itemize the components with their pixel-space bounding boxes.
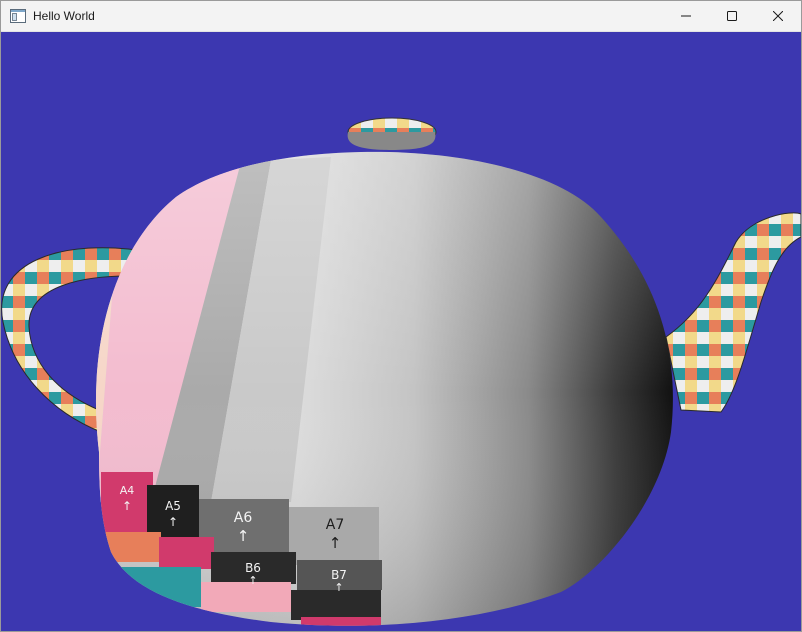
render-viewport[interactable]: A4 ↑ A5 ↑ A6 ↑ A7 ↑ B6 ↑ B7 ↑ <box>1 32 801 631</box>
app-window: Hello World A4 ↑ A5 ↑ A6 ↑ A7 ↑ B6 ↑ B7 … <box>0 0 802 632</box>
close-icon <box>773 11 783 21</box>
title-bar[interactable]: Hello World <box>1 1 801 32</box>
tile-arrow-b6: ↑ <box>248 574 257 587</box>
window-controls <box>663 1 801 31</box>
tile-arrow-b7: ↑ <box>334 581 343 594</box>
tile-label-a6: A6 <box>234 510 253 526</box>
tile-arrow-a7: ↑ <box>329 534 342 552</box>
tile-label-a4: A4 <box>120 484 135 497</box>
teapot-lid-knob <box>347 117 437 150</box>
teapot-scene: A4 ↑ A5 ↑ A6 ↑ A7 ↑ B6 ↑ B7 ↑ <box>1 117 801 626</box>
tile-arrow-a6: ↑ <box>237 527 250 545</box>
window-title: Hello World <box>33 9 95 23</box>
teapot-spout <box>665 212 801 413</box>
tile-arrow-a4: ↑ <box>122 499 132 513</box>
tile-label-a5: A5 <box>165 499 181 513</box>
minimize-button[interactable] <box>663 1 709 31</box>
teapot-body: A4 ↑ A5 ↑ A6 ↑ A7 ↑ B6 ↑ B7 ↑ <box>95 151 673 626</box>
tile-label-a7: A7 <box>326 517 344 533</box>
maximize-icon <box>727 11 737 21</box>
close-button[interactable] <box>755 1 801 31</box>
minimize-icon <box>681 15 691 17</box>
tile-label-b7: B7 <box>331 568 347 582</box>
tile-arrow-a5: ↑ <box>168 515 178 529</box>
maximize-button[interactable] <box>709 1 755 31</box>
app-window-icon <box>10 8 26 24</box>
tile-label-b6: B6 <box>245 561 261 575</box>
